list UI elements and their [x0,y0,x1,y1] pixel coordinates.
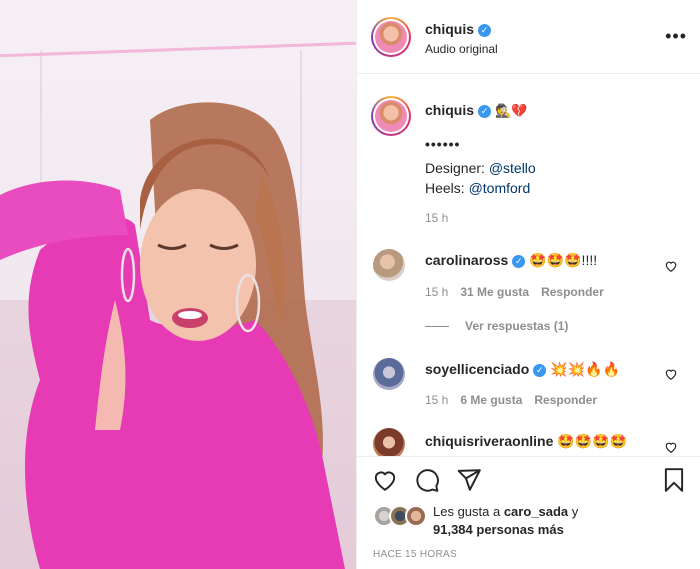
comment-text: 🤩🤩🤩!!!! [529,252,598,268]
comment-meta: 15 h 6 Me gusta Responder [425,393,609,407]
heart-icon[interactable] [372,467,398,493]
comment-avatar[interactable] [373,249,405,281]
mention-stello[interactable]: @stello [489,160,536,176]
liker-username[interactable]: caro_sada [504,504,568,519]
view-replies-button[interactable]: Ver respuestas (1) [425,319,568,333]
comment-username[interactable]: carolinaross [425,252,508,268]
comment-avatar[interactable] [373,358,405,390]
comment-row: soyellicenciado ✓ 💥💥🔥🔥 [425,361,620,378]
comment-time[interactable]: 15 h [425,285,448,299]
comment-text: 💥💥🔥🔥 [550,361,621,377]
reply-button[interactable]: Responder [541,285,604,299]
person-figure [0,102,345,569]
likes-count[interactable]: 91,384 personas más [433,522,564,537]
post-sidebar: chiquis ✓ Audio original ••• chiquis ✓ 🕵💔 •… [356,0,700,569]
bookmark-icon[interactable] [661,467,687,493]
comment-likes[interactable]: 31 Me gusta [460,285,529,299]
comment-row: chiquisriveraonline 🤩🤩🤩🤩 [425,433,627,450]
view-replies-label[interactable]: Ver respuestas (1) [465,319,568,333]
verified-badge-icon: ✓ [478,105,492,118]
comments-section[interactable]: chiquis ✓ 🕵💔 •••••• Designer: @stello Heel… [357,74,700,456]
caption-dots: •••••• [425,136,461,152]
post-header: chiquis ✓ Audio original ••• [357,0,700,74]
mention-tomford[interactable]: @tomford [469,180,531,196]
caption-author[interactable]: chiquis ✓ 🕵💔 [425,102,527,119]
verified-badge-icon: ✓ [512,255,526,268]
post-actions: Les gusta a caro_sada y 91,384 personas … [357,456,700,569]
more-horizontal-icon[interactable]: ••• [665,26,687,47]
comment-username[interactable]: chiquisriveraonline [425,433,553,449]
comment-text: 🤩🤩🤩🤩 [557,433,628,449]
caption-designer-label: Designer: [425,160,489,176]
comment-like-heart-icon[interactable] [664,440,678,454]
post-video[interactable] [0,0,356,569]
caption-heels-line: Heels: @tomford [425,180,530,196]
caption-username[interactable]: chiquis [425,102,474,118]
likes-prefix: Les gusta a [433,504,504,519]
verified-badge-icon: ✓ [533,364,547,377]
comment-avatar[interactable] [373,428,405,456]
author-username-text[interactable]: chiquis [425,21,474,37]
audio-label[interactable]: Audio original [425,42,498,56]
caption-designer-line: Designer: @stello [425,160,536,176]
caption-author-avatar[interactable] [371,96,411,136]
reply-button[interactable]: Responder [534,393,597,407]
caption-emojis: 🕵💔 [495,103,528,118]
caption-time[interactable]: 15 h [425,211,448,225]
author-username[interactable]: chiquis ✓ [425,21,492,37]
verified-badge-icon: ✓ [478,24,492,37]
likes-text: Les gusta a caro_sada y 91,384 personas … [433,503,693,539]
comment-time[interactable]: 15 h [425,393,448,407]
comment-like-heart-icon[interactable] [664,367,678,381]
comment-row: carolinaross ✓ 🤩🤩🤩!!!! [425,252,597,269]
liker-avatars [373,505,431,527]
send-icon[interactable] [456,467,482,493]
replies-divider [425,326,449,328]
caption-heels-label: Heels: [425,180,469,196]
comment-like-heart-icon[interactable] [664,259,678,273]
likes-connector: y [568,504,579,519]
comment-likes[interactable]: 6 Me gusta [460,393,522,407]
author-avatar[interactable] [371,17,411,57]
comment-meta: 15 h 31 Me gusta Responder [425,285,616,299]
post-timestamp[interactable]: HACE 15 HORAS [373,549,457,560]
comment-username[interactable]: soyellicenciado [425,361,529,377]
post-viewer: chiquis ✓ Audio original ••• chiquis ✓ 🕵💔 •… [0,0,700,569]
comment-icon[interactable] [414,467,440,493]
liker-avatar [405,505,427,527]
